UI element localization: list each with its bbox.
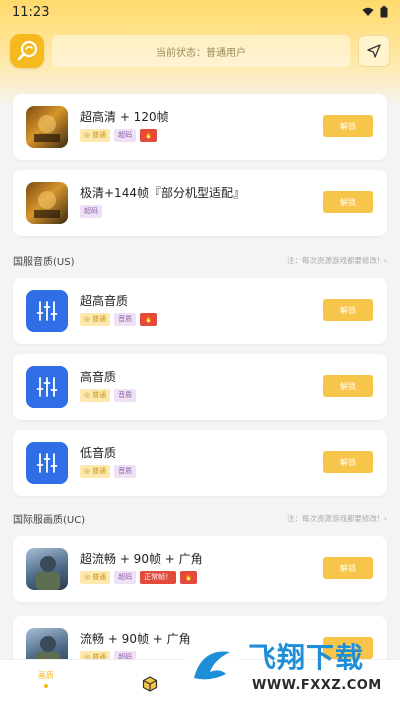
tag-type: 音质 xyxy=(114,465,137,478)
app-header: 当前状态：普通用户 xyxy=(10,34,390,68)
battery-icon xyxy=(380,6,388,18)
equalizer-icon xyxy=(26,442,68,484)
tag-normal: ◎ 普通 xyxy=(80,571,111,584)
item-title: 超高音质 xyxy=(80,294,129,308)
coin-icon: ◎ xyxy=(84,131,91,139)
item-title: 极清+144帧『部分机型适配』 xyxy=(80,186,245,200)
watermark-url: WWW.FXXZ.COM xyxy=(252,678,382,693)
status-icons xyxy=(362,6,388,18)
tag-type: 音质 xyxy=(114,389,137,402)
user-status-field[interactable]: 当前状态：普通用户 xyxy=(52,35,350,67)
section-title: 国际服画质(UC) xyxy=(13,514,86,526)
fire-icon: 🔥 xyxy=(140,129,157,142)
tag-type: 超码 xyxy=(114,129,137,142)
list-item: 超高音质 ◎ 普通 音质 🔥 解锁 xyxy=(13,278,387,344)
coin-icon: ◎ xyxy=(84,391,91,399)
active-indicator xyxy=(44,684,48,688)
app-logo-icon[interactable] xyxy=(10,34,44,68)
unlock-button[interactable]: 解锁 xyxy=(323,451,373,473)
coin-icon: ◎ xyxy=(84,315,91,323)
section-title: 国服音质(US) xyxy=(13,256,75,268)
unlock-button[interactable]: 解锁 xyxy=(323,375,373,397)
tag-list: ◎ 普通 音质 xyxy=(80,465,137,478)
status-time: 11:23 xyxy=(12,4,50,20)
watermark-brand: 飞翔下载 xyxy=(248,641,365,674)
tag-list: ◎ 普通 音质 🔥 xyxy=(80,313,157,326)
tag-list: ◎ 普通 音质 xyxy=(80,389,137,402)
section-note[interactable]: 注：每次资源游戏都要修改! › xyxy=(287,255,387,266)
list-item: 极清+144帧『部分机型适配』 超码 解锁 xyxy=(13,170,387,236)
chevron-right-icon: › xyxy=(384,513,387,523)
list-item: 超流畅 + 90帧 + 广角 ◎ 普通 超码 正常帧！ 🔥 解锁 xyxy=(13,536,387,602)
send-icon xyxy=(367,44,381,58)
cube-icon xyxy=(142,676,158,692)
tag-normal: ◎ 普通 xyxy=(80,389,111,402)
wifi-icon xyxy=(362,7,374,16)
watermark: 飞翔下载 WWW.FXXZ.COM xyxy=(178,632,400,712)
fire-icon: 🔥 xyxy=(140,313,157,326)
tag-list: ◎ 普通 超码 正常帧！ 🔥 xyxy=(80,571,197,584)
chevron-right-icon: › xyxy=(384,255,387,265)
list-item: 高音质 ◎ 普通 音质 解锁 xyxy=(13,354,387,420)
equalizer-icon xyxy=(26,366,68,408)
item-title: 超流畅 + 90帧 + 广角 xyxy=(80,552,203,566)
tab-tools[interactable] xyxy=(142,676,158,692)
tag-normal: ◎ 普通 xyxy=(80,313,111,326)
item-title: 低音质 xyxy=(80,446,117,460)
game-icon xyxy=(26,106,68,148)
status-bar: 11:23 xyxy=(0,0,400,24)
unlock-button[interactable]: 解锁 xyxy=(323,557,373,579)
tag-list: ◎ 普通 超码 🔥 xyxy=(80,129,157,142)
tag-type: 超码 xyxy=(114,571,137,584)
unlock-button[interactable]: 解锁 xyxy=(323,115,373,137)
tag-frame: 正常帧！ xyxy=(140,571,177,584)
section-note[interactable]: 注：每次资源游戏都要修改! › xyxy=(287,513,387,524)
watermark-logo-icon xyxy=(182,640,242,700)
list-item: 超高清 + 120帧 ◎ 普通 超码 🔥 解锁 xyxy=(13,94,387,160)
item-title: 流畅 + 90帧 + 广角 xyxy=(80,632,191,646)
list-item: 低音质 ◎ 普通 音质 解锁 xyxy=(13,430,387,496)
tab-label: 画质 xyxy=(38,671,54,680)
coin-icon: ◎ xyxy=(84,573,91,581)
pubg-icon xyxy=(26,548,68,590)
coin-icon: ◎ xyxy=(84,467,91,475)
tag-normal: ◎ 普通 xyxy=(80,465,111,478)
section-header-uc: 国际服画质(UC) 注：每次资源游戏都要修改! › xyxy=(13,510,387,526)
item-title: 高音质 xyxy=(80,370,117,384)
tab-quality[interactable]: 画质 xyxy=(38,670,54,688)
item-title: 超高清 + 120帧 xyxy=(80,110,169,124)
share-button[interactable] xyxy=(358,35,390,67)
section-header-us: 国服音质(US) 注：每次资源游戏都要修改! › xyxy=(13,252,387,268)
unlock-button[interactable]: 解锁 xyxy=(323,299,373,321)
tag-list: 超码 xyxy=(80,205,102,218)
unlock-button[interactable]: 解锁 xyxy=(323,191,373,213)
game-icon xyxy=(26,182,68,224)
tag-type: 超码 xyxy=(80,205,102,218)
fire-icon: 🔥 xyxy=(180,571,197,584)
tag-type: 音质 xyxy=(114,313,137,326)
equalizer-icon xyxy=(26,290,68,332)
tag-normal: ◎ 普通 xyxy=(80,129,111,142)
